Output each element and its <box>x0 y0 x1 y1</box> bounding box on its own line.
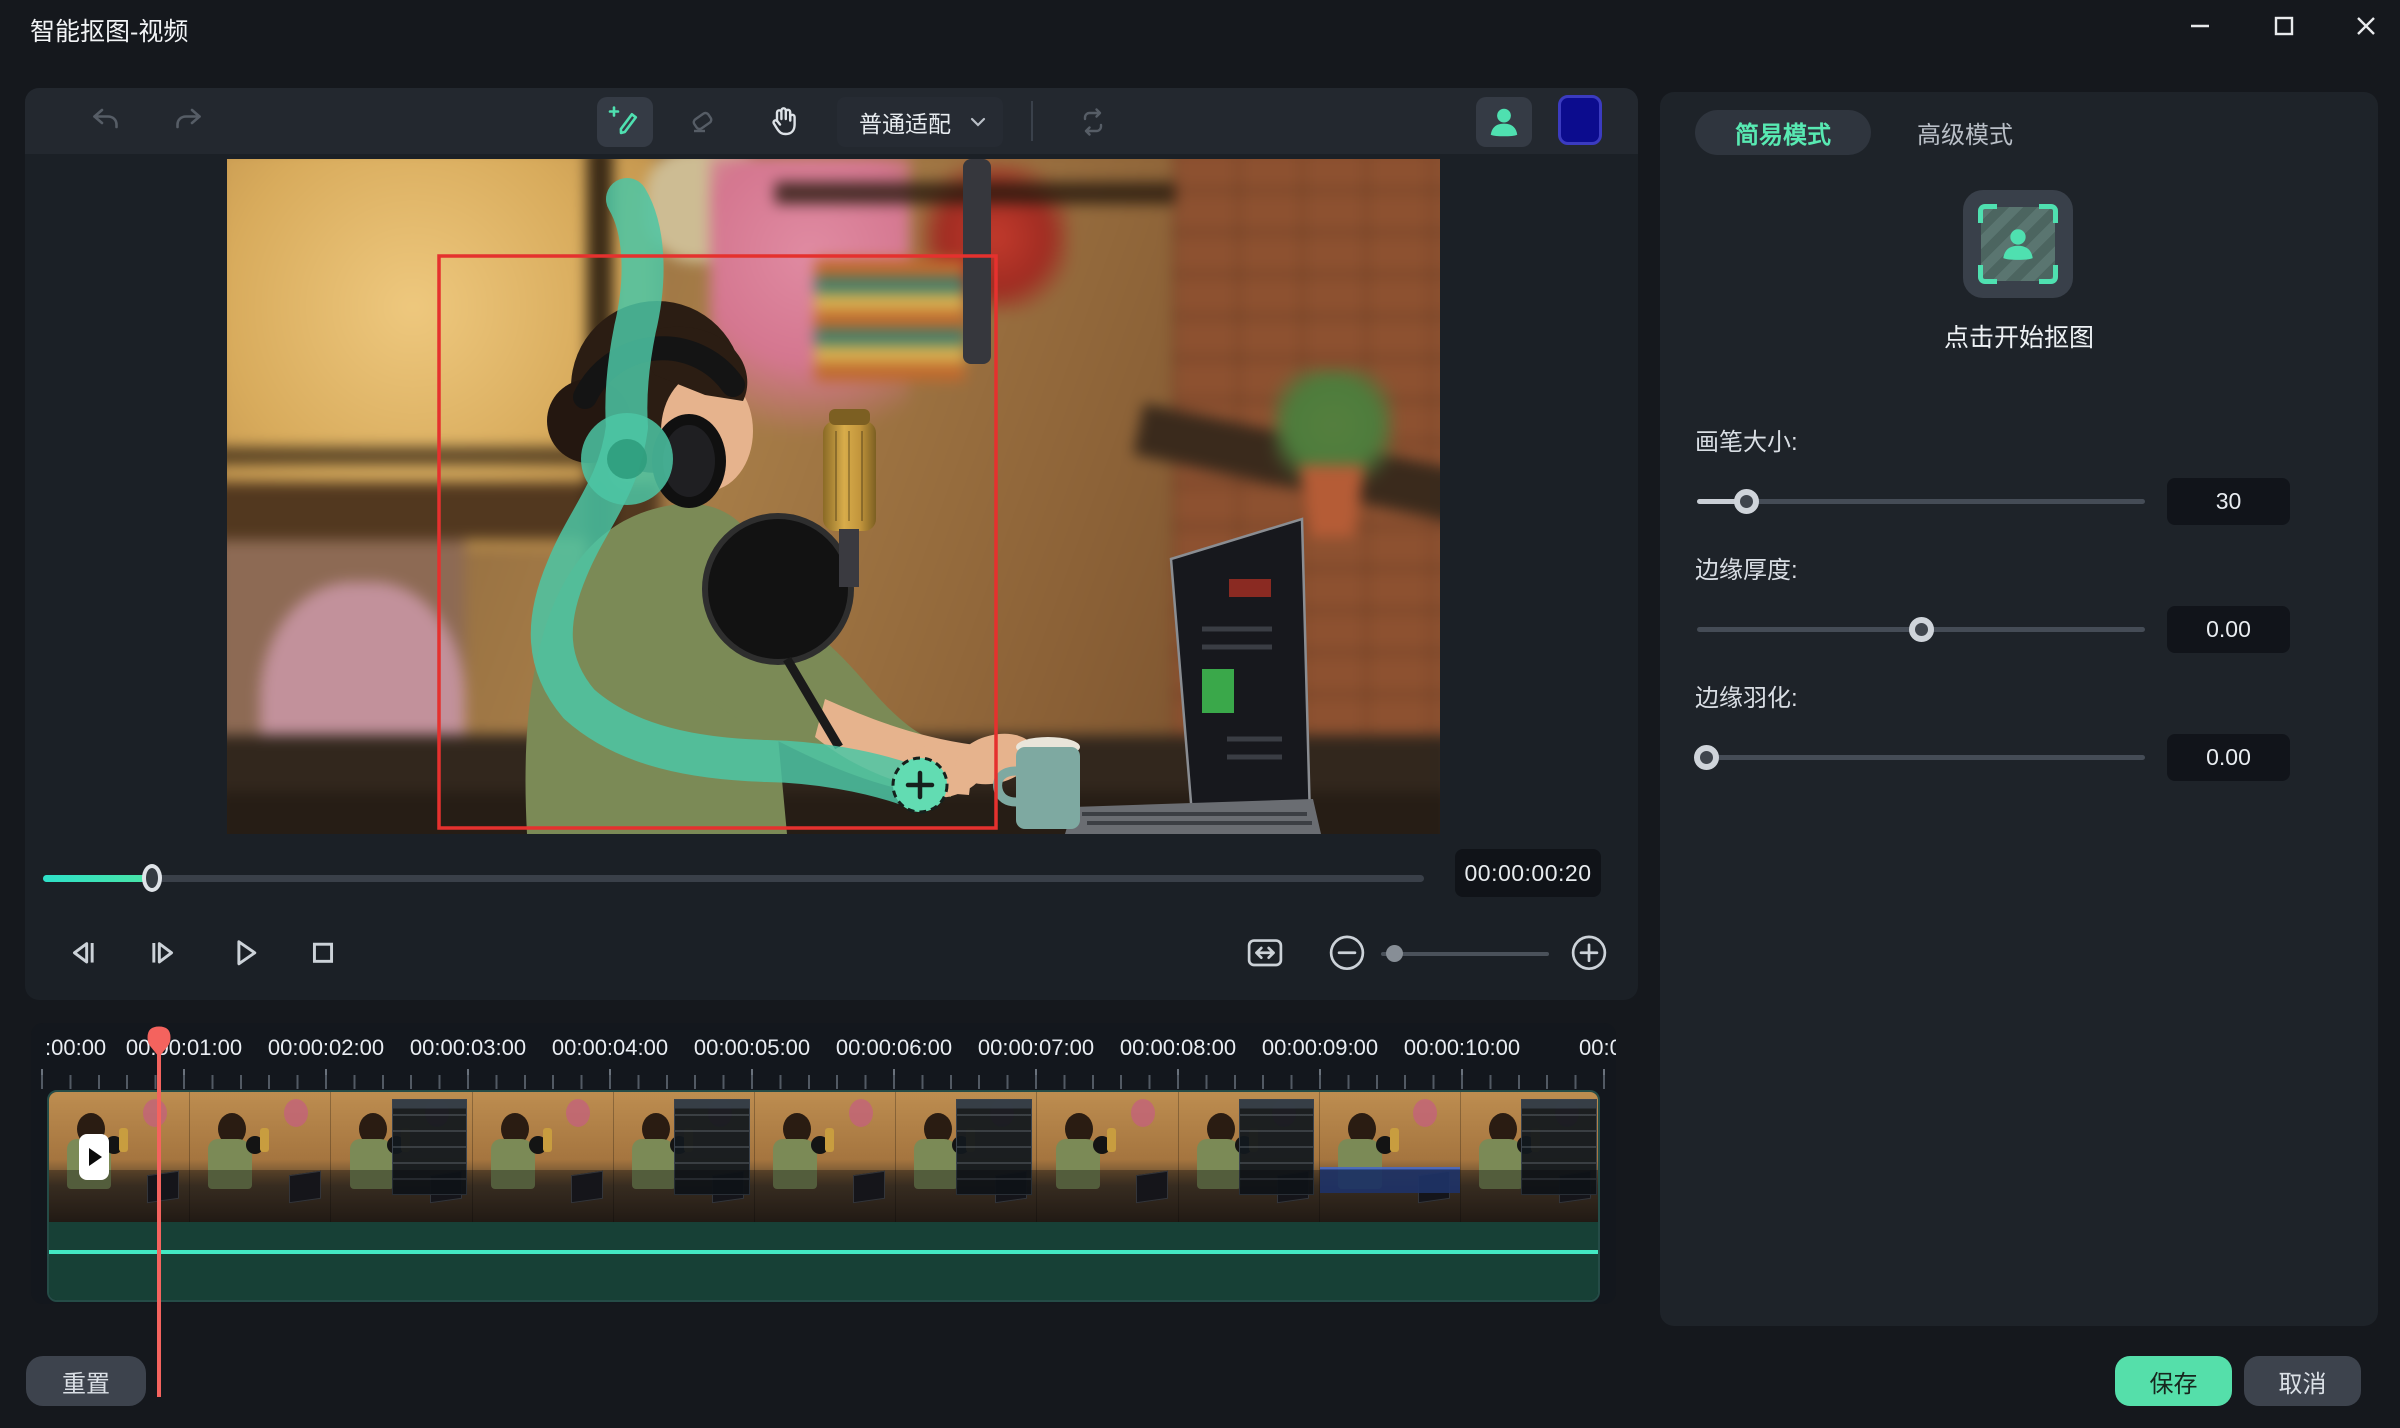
ruler-label: 00:00:01:00 <box>125 1035 243 1060</box>
ruler-minor-ticks <box>31 1075 1616 1089</box>
transport-bar <box>25 920 1638 986</box>
undo-arrow-icon[interactable] <box>79 97 135 147</box>
settings-panel: 简易模式 高级模式 点击开始抠图 画笔大小: 30 边缘厚度: 0.00 边缘羽化: 0.… <box>1660 92 2378 1326</box>
stop-icon[interactable] <box>301 932 345 976</box>
clip-play-badge-icon[interactable] <box>79 1134 109 1180</box>
ruler-label: 00:00:03:00 <box>409 1035 527 1060</box>
ruler-label: 00:00:08:00 <box>1119 1035 1237 1060</box>
slider-0[interactable] <box>1697 487 2145 515</box>
slider-value[interactable]: 30 <box>2167 478 2290 525</box>
adapt-mode-dropdown[interactable]: 普通适配 <box>837 97 1003 147</box>
brush-cursor <box>891 756 949 814</box>
preview-progress-bar[interactable] <box>43 864 1424 892</box>
tab-advanced-mode[interactable]: 高级模式 <box>1900 110 2030 155</box>
eraser-icon[interactable] <box>675 97 731 147</box>
play-icon[interactable] <box>223 932 267 976</box>
ruler-label: 00:00:10:00 <box>1403 1035 1521 1060</box>
audio-waveform-line <box>49 1250 1598 1254</box>
clip-audio-track[interactable] <box>49 1222 1598 1300</box>
start-matting-button[interactable] <box>1963 190 2073 298</box>
matting-overlay <box>437 178 998 830</box>
cancel-button[interactable]: 取消 <box>2244 1356 2361 1406</box>
ruler-label: :00:00 <box>45 1035 107 1060</box>
maximize-icon[interactable] <box>2266 8 2302 44</box>
slider-value[interactable]: 0.00 <box>2167 734 2290 781</box>
slider-label: 画笔大小: <box>1695 429 1798 456</box>
reset-button[interactable]: 重置 <box>26 1356 146 1406</box>
slider-value[interactable]: 0.00 <box>2167 606 2290 653</box>
ruler-label: 00:00:09:00 <box>1261 1035 1379 1060</box>
smart-matting-window: 智能抠图-视频 普通适配 00:00:00:20:00:00 00:00:01… <box>0 0 2400 1428</box>
ruler-label: 00:00:05:00 <box>693 1035 811 1060</box>
slider-handle[interactable] <box>1909 617 1934 642</box>
hand-pan-icon[interactable] <box>755 97 811 147</box>
plus-circle-icon[interactable] <box>1567 932 1611 976</box>
loop-refresh-icon[interactable] <box>1065 97 1121 147</box>
next-frame-icon[interactable] <box>141 932 185 976</box>
playhead[interactable] <box>146 1025 172 1397</box>
ruler-label: 00:00:06:00 <box>835 1035 953 1060</box>
video-preview-canvas[interactable] <box>227 159 1440 834</box>
progress-fill <box>43 875 153 882</box>
ruler-label: 00:00: <box>1579 1035 1616 1060</box>
slider-label: 边缘厚度: <box>1695 557 1798 584</box>
fit-width-icon[interactable] <box>1243 932 1287 976</box>
timecode-display: 00:00:00:20 <box>1455 849 1601 897</box>
footer-bar: 重置 保存 取消 <box>0 1330 2400 1428</box>
timeline-zoom-handle[interactable] <box>1385 945 1403 962</box>
close-icon[interactable] <box>2348 8 2384 44</box>
toolbar: 普通适配 <box>25 88 1638 154</box>
slider-1[interactable] <box>1697 615 2145 643</box>
titlebar: 智能抠图-视频 <box>0 0 2400 52</box>
ruler-label: 00:00:02:00 <box>267 1035 385 1060</box>
add-region-pen-icon[interactable] <box>597 97 653 147</box>
slider-label: 边缘羽化: <box>1695 685 1798 712</box>
prev-frame-icon[interactable] <box>61 932 105 976</box>
minimize-icon[interactable] <box>2182 8 2218 44</box>
timeline-zoom-slider[interactable] <box>1381 945 1549 962</box>
progress-handle[interactable] <box>142 864 163 892</box>
toolbar-separator <box>1031 101 1033 141</box>
playhead-line <box>157 1053 161 1397</box>
portrait-icon <box>2003 229 2033 260</box>
tab-simple-mode[interactable]: 简易模式 <box>1695 110 1871 155</box>
slider-handle[interactable] <box>1693 745 1719 770</box>
ruler-label: 00:00:07:00 <box>977 1035 1095 1060</box>
editor-panel: 普通适配 00:00:00:20 <box>25 88 1638 1000</box>
matte-color-swatch[interactable] <box>1558 95 1602 145</box>
timeline-panel: :00:00 00:00:01:00 00:00:02:00 00:00:03:00 0… <box>31 1023 1616 1304</box>
video-clip[interactable] <box>47 1090 1600 1302</box>
portrait-matte-icon[interactable] <box>1476 97 1532 147</box>
redo-arrow-icon[interactable] <box>159 97 215 147</box>
slider-2[interactable] <box>1693 743 2145 771</box>
thumbnail-shade <box>49 1170 1598 1222</box>
start-matting-label: 点击开始抠图 <box>1943 324 2094 352</box>
minus-circle-icon[interactable] <box>1325 932 1369 976</box>
slider-handle[interactable] <box>1734 489 1760 514</box>
portrait-frame-icon <box>1978 204 2058 284</box>
window-title: 智能抠图-视频 <box>30 18 189 46</box>
adapt-mode-value: 普通适配 <box>859 111 951 137</box>
ruler-label: 00:00:04:00 <box>551 1035 669 1060</box>
chevron-down-icon <box>970 117 986 127</box>
preview-progress-row: 00:00:00:20 <box>25 849 1638 903</box>
save-button[interactable]: 保存 <box>2115 1356 2232 1406</box>
